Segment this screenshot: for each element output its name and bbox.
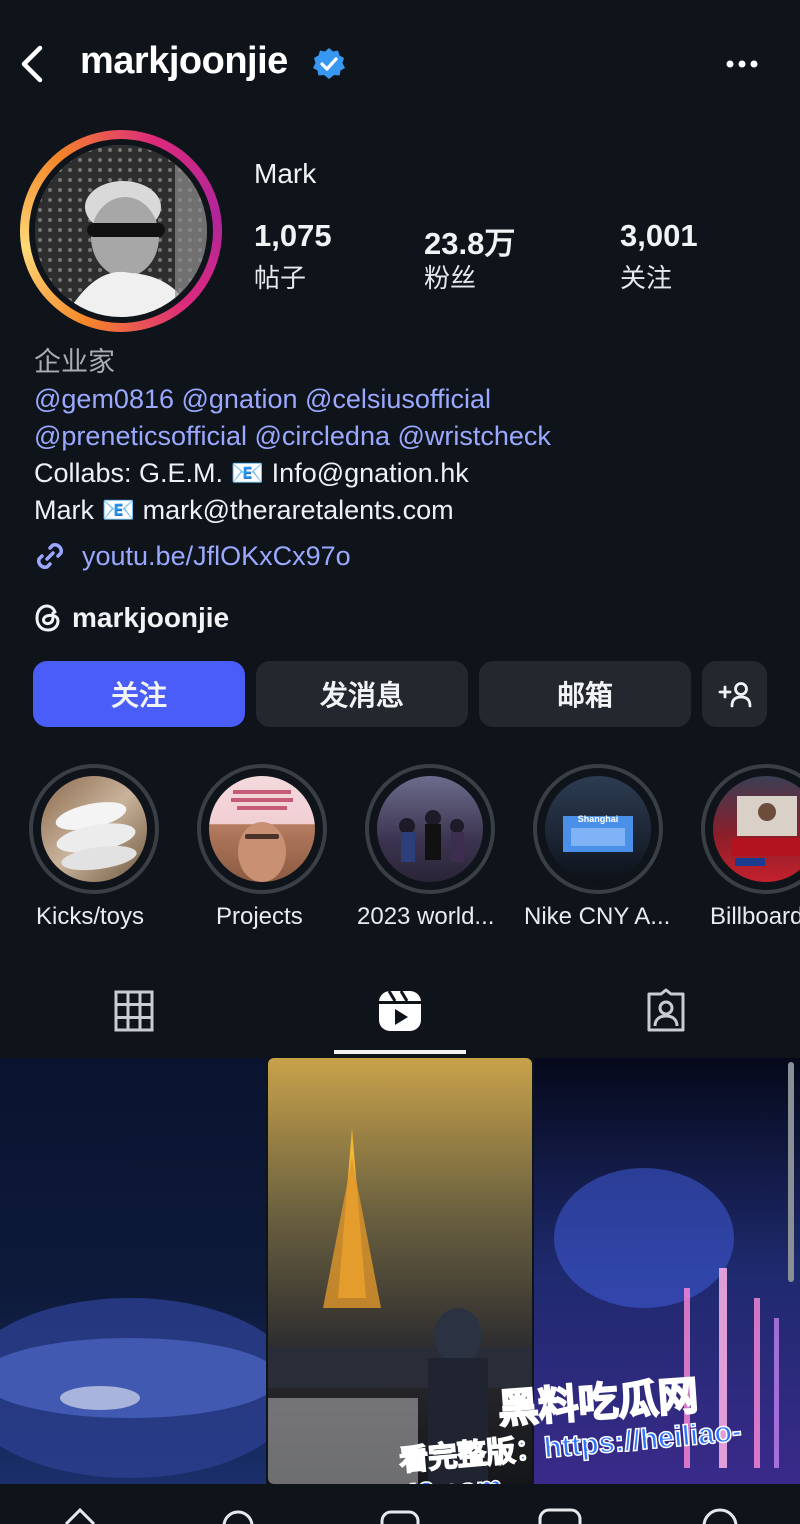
email-button[interactable]: 邮箱 <box>479 661 691 727</box>
threads-icon <box>35 604 60 632</box>
add-user-icon <box>718 682 751 708</box>
following-count[interactable]: 3,001 <box>620 218 698 254</box>
reels-icon <box>379 990 421 1031</box>
bottom-nav-icons <box>64 1507 738 1524</box>
scrollbar[interactable] <box>788 1062 794 1282</box>
more-options-icon <box>726 60 758 68</box>
threads-handle[interactable]: markjoonjie <box>72 602 229 634</box>
highlight-kicks-toys[interactable] <box>29 764 159 894</box>
highlight-cover <box>713 776 800 882</box>
bio-mentions-line1[interactable]: @gem0816 @gnation @celsiusofficial <box>34 381 491 418</box>
grid-icon <box>114 990 154 1032</box>
profile-username: markjoonjie <box>80 40 288 82</box>
reel-tile[interactable] <box>268 1058 532 1484</box>
external-link[interactable]: youtu.be/JflOKxCx97o <box>32 538 351 574</box>
active-tab-indicator <box>334 1050 466 1054</box>
highlight-nike-cny[interactable]: Shanghai <box>533 764 663 894</box>
highlight-label: Projects <box>216 903 303 930</box>
highlight-billboard[interactable] <box>701 764 800 894</box>
reel-tile[interactable] <box>0 1058 266 1484</box>
highlight-cover: Shanghai <box>545 776 651 882</box>
bio-contact-line: Mark 📧 mark@theraretalents.com <box>34 495 454 525</box>
suggested-users-button[interactable] <box>702 661 767 727</box>
avatar[interactable] <box>35 145 207 317</box>
followers-label[interactable]: 粉丝 <box>424 258 476 295</box>
message-button[interactable]: 发消息 <box>256 661 468 727</box>
tagged-icon <box>647 988 685 1032</box>
svg-text:Shanghai: Shanghai <box>578 814 619 824</box>
bio-category: 企业家 <box>34 347 115 377</box>
followers-count[interactable]: 23.8万 <box>424 218 515 263</box>
chevron-left-icon <box>21 45 43 83</box>
verified-badge-icon <box>312 47 346 81</box>
highlight-cover <box>377 776 483 882</box>
threads-badge[interactable]: markjoonjie <box>34 602 229 634</box>
tab-tagged[interactable] <box>643 988 687 1034</box>
following-label[interactable]: 关注 <box>620 258 672 295</box>
tab-grid[interactable] <box>112 988 156 1034</box>
bio-collabs-line: Collabs: G.E.M. 📧 Info@gnation.hk <box>34 458 469 488</box>
link-icon <box>37 543 63 569</box>
bio-mentions-line2[interactable]: @preneticsofficial @circledna @wristchec… <box>34 418 551 455</box>
highlight-label: Billboard <box>710 903 800 930</box>
display-name: Mark <box>254 158 317 189</box>
highlight-cover <box>41 776 147 882</box>
highlight-label: Kicks/toys <box>36 903 145 930</box>
more-options-button[interactable] <box>722 52 762 76</box>
posts-label[interactable]: 帖子 <box>254 258 306 295</box>
highlight-projects[interactable] <box>197 764 327 894</box>
back-button[interactable] <box>14 42 50 86</box>
tab-reels[interactable] <box>377 988 421 1034</box>
highlight-cover <box>209 776 315 882</box>
posts-count[interactable]: 1,075 <box>254 218 332 254</box>
highlight-2023-world[interactable] <box>365 764 495 894</box>
highlight-label: Nike CNY A... <box>524 903 671 930</box>
follow-button[interactable]: 关注 <box>33 661 245 727</box>
highlight-label: 2023 world... <box>357 903 495 930</box>
link-text[interactable]: youtu.be/JflOKxCx97o <box>82 541 351 572</box>
bottom-navigation[interactable] <box>0 1484 800 1524</box>
